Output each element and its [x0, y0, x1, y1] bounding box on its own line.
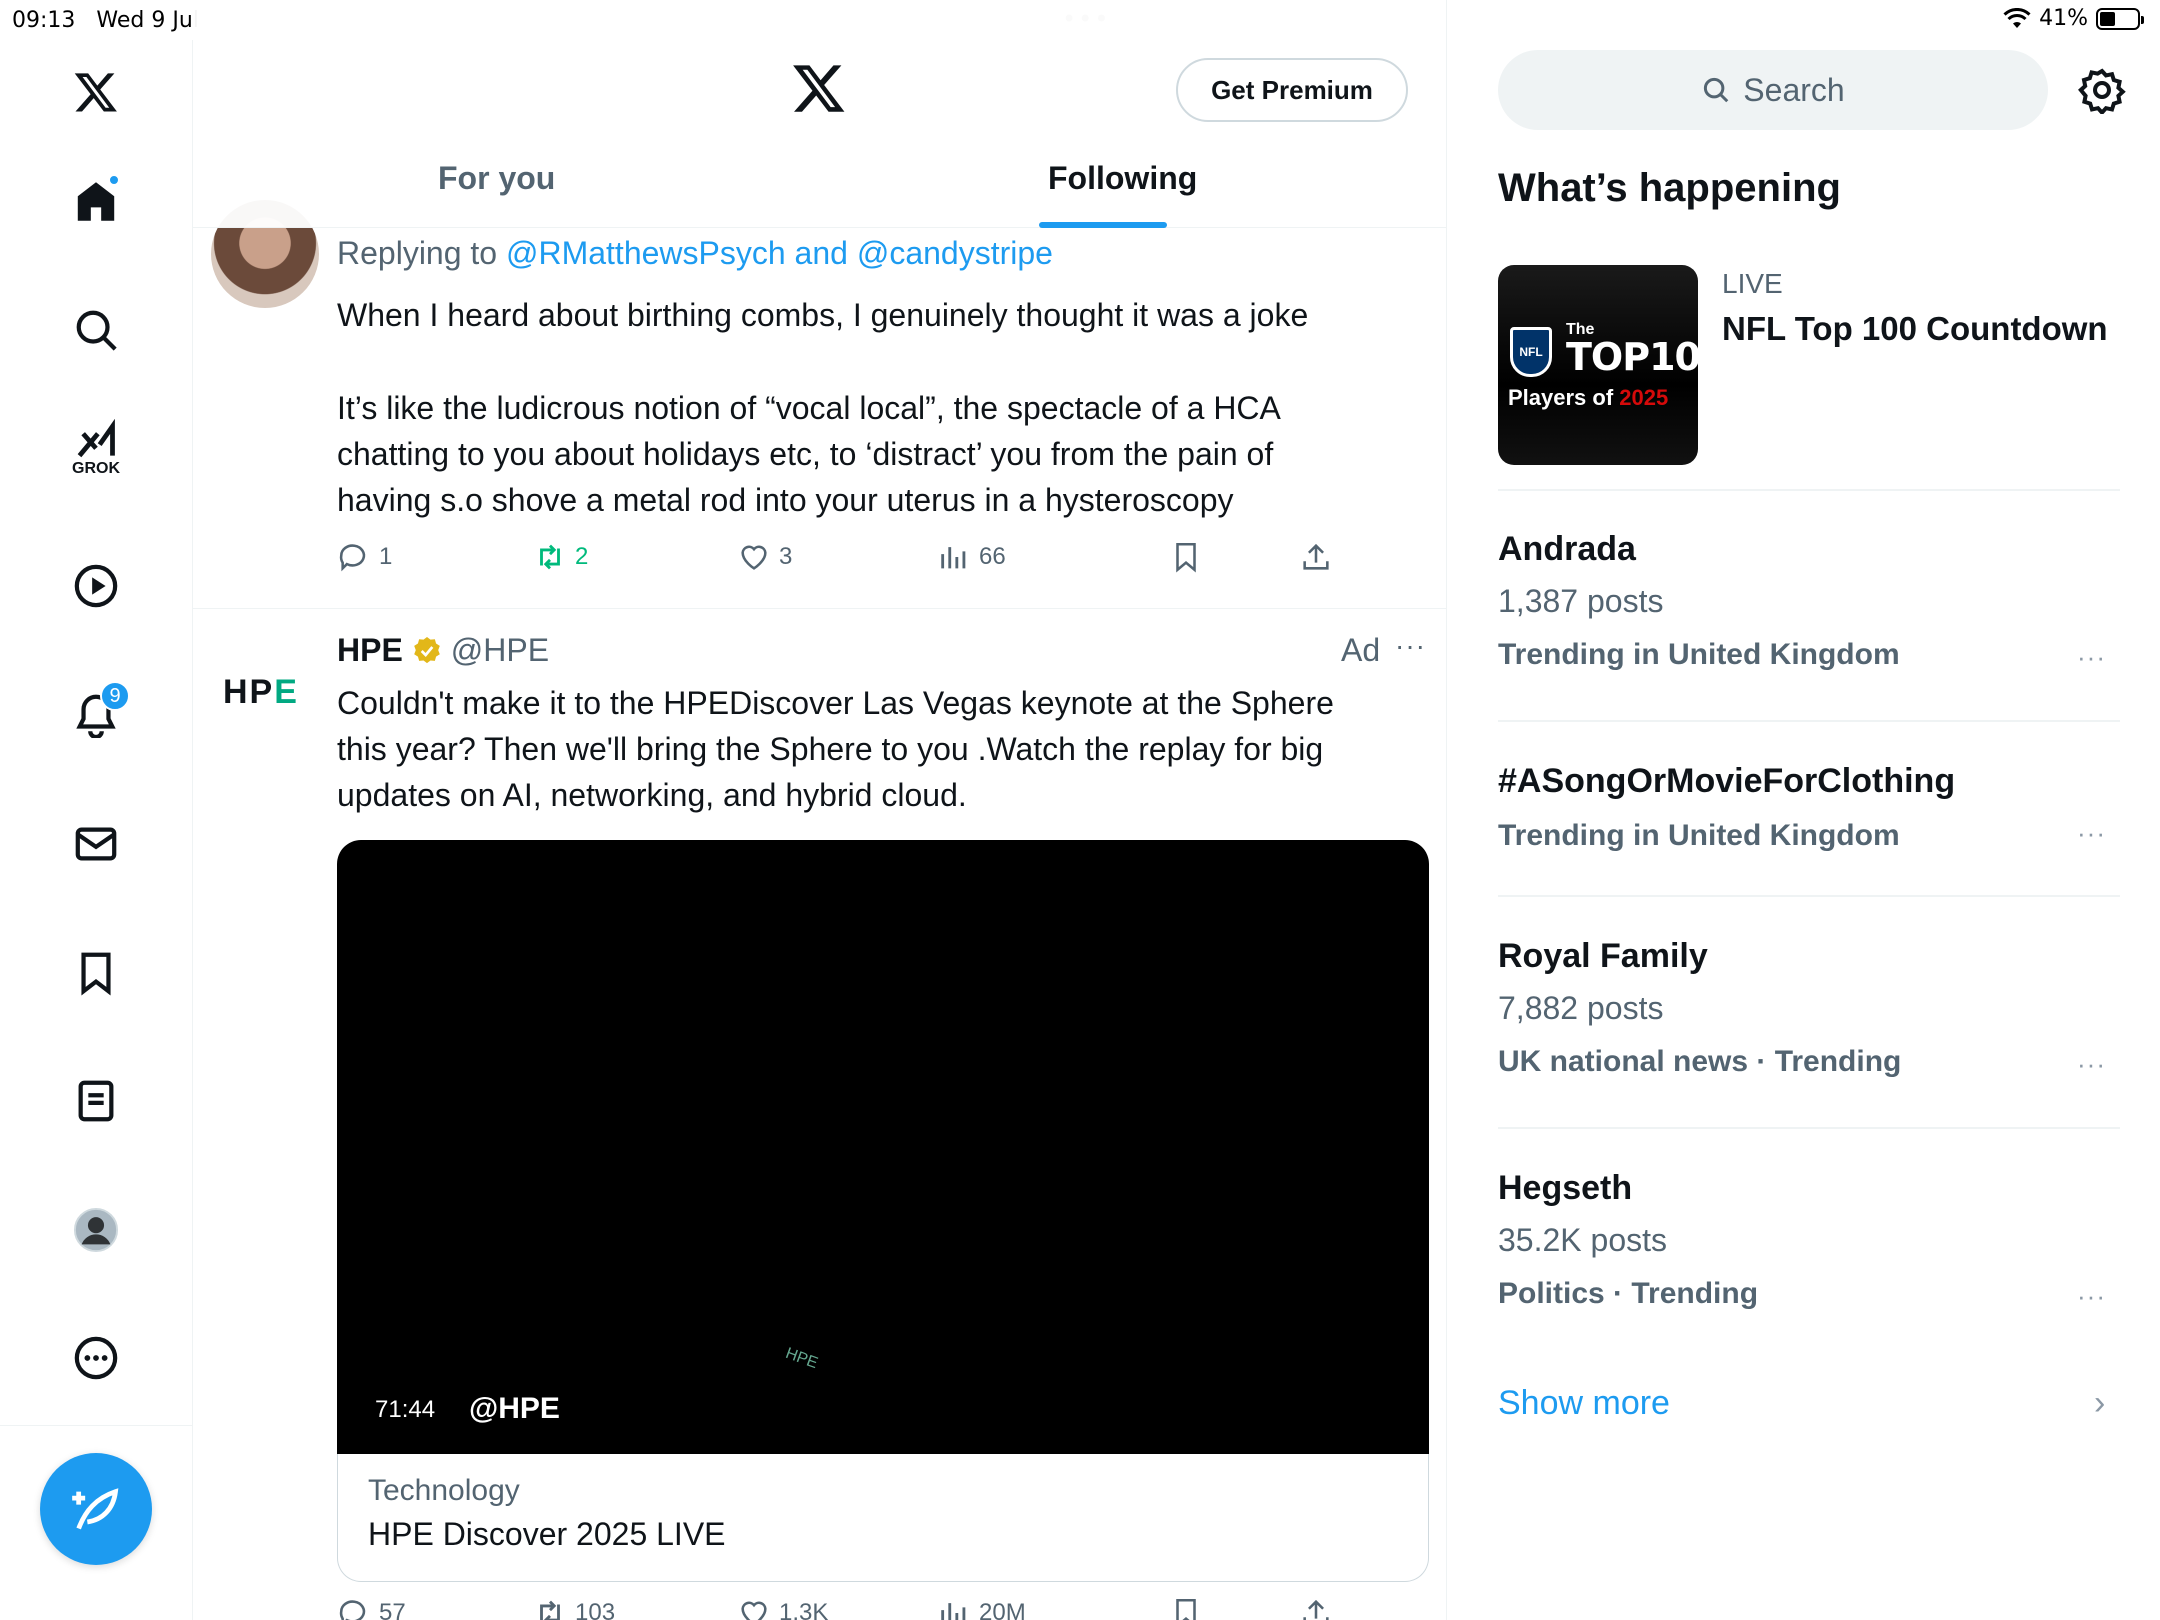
- search-placeholder: Search: [1743, 71, 1845, 108]
- live-event-title[interactable]: NFL Top 100 Countdown: [1722, 310, 2108, 348]
- thumb-players: Players of 2025: [1508, 385, 1669, 410]
- post-text-line: Couldn't make it to the HPEDiscover Las …: [337, 685, 1334, 721]
- trend-posts: 7,882 posts: [1498, 990, 1664, 1026]
- trend-more-button[interactable]: ···: [2077, 1281, 2106, 1312]
- get-premium-button[interactable]: Get Premium: [1176, 58, 1408, 122]
- whats-happening-title: What’s happening: [1498, 166, 1841, 210]
- video-player[interactable]: HPE 71:44 @HPE: [337, 840, 1429, 1454]
- trend-divider: [1498, 1127, 2120, 1129]
- post-author-row: HPE @HPE: [337, 632, 549, 669]
- search-icon: [1704, 77, 1729, 103]
- trend-item[interactable]: Hegseth 35.2K posts Politics · Trending …: [1498, 1169, 2120, 1311]
- verified-gold-badge-icon: [413, 636, 440, 663]
- trend-context: Trending in United Kingdom: [1498, 819, 1900, 852]
- post-text-line: updates on AI, networking, and hybrid cl…: [337, 777, 967, 813]
- chevron-right-icon: ›: [2094, 1384, 2106, 1422]
- status-time-date: 09:13 Wed 9 Jul: [12, 8, 199, 33]
- trend-posts: 35.2K posts: [1498, 1222, 1667, 1258]
- repost-count: 103: [575, 1599, 616, 1620]
- video-duration: 71:44: [375, 1396, 436, 1423]
- search-icon[interactable]: [66, 300, 126, 360]
- trend-item[interactable]: Royal Family 7,882 posts UK national new…: [1498, 937, 2120, 1079]
- video-watermark: HPE: [783, 1344, 820, 1373]
- main-timeline: Replying to @RMatthewsPsych and @candyst…: [193, 0, 1447, 1620]
- bookmark-icon: [1176, 1598, 1196, 1620]
- trend-context: Trending in United Kingdom: [1498, 638, 1900, 671]
- gear-icon[interactable]: [2078, 66, 2126, 114]
- trend-posts: 1,387 posts: [1498, 583, 1664, 619]
- compose-feather-icon: [72, 1488, 119, 1530]
- right-sidebar: Search What’s happening NFL The TOP100 P…: [1448, 0, 2160, 1620]
- card-title: HPE Discover 2025 LIVE: [368, 1516, 726, 1552]
- video-card-footer[interactable]: Technology HPE Discover 2025 LIVE: [337, 1454, 1429, 1582]
- notifications-bell-icon[interactable]: 9: [66, 681, 130, 745]
- post-text-line: this year? Then we'll bring the Sphere t…: [337, 731, 1324, 767]
- timeline-header: Get Premium For you Following: [193, 0, 1446, 228]
- trend-name: Royal Family: [1498, 937, 1708, 975]
- promoted-post[interactable]: HPE HPE @HPE Ad ··· Couldn't make it to …: [193, 0, 1446, 1620]
- active-tab-indicator: [1039, 222, 1167, 228]
- author-handle[interactable]: @HPE: [451, 632, 549, 669]
- share-button[interactable]: [1299, 1596, 1333, 1620]
- like-button[interactable]: 1.3K: [737, 1596, 828, 1620]
- trend-name: Hegseth: [1498, 1169, 1633, 1207]
- show-more-link[interactable]: Show more: [1498, 1384, 1670, 1423]
- repost-icon: [540, 1600, 560, 1620]
- profile-avatar-icon[interactable]: [66, 1200, 126, 1260]
- trend-divider: [1498, 489, 2120, 491]
- share-icon: [1303, 1599, 1329, 1620]
- trend-divider: [1498, 895, 2120, 897]
- grok-icon[interactable]: GROK: [66, 418, 126, 478]
- bookmarks-icon[interactable]: [66, 943, 126, 1003]
- thumb-top100: TOP100: [1566, 335, 1698, 379]
- bookmark-button[interactable]: [1169, 1596, 1203, 1620]
- compose-post-button[interactable]: [40, 1453, 152, 1565]
- heart-icon: [741, 1601, 767, 1620]
- repost-button[interactable]: 103: [533, 1596, 615, 1620]
- reply-icon: [339, 1600, 366, 1620]
- search-input[interactable]: Search: [1498, 50, 2048, 130]
- post-more-button[interactable]: ···: [1395, 630, 1426, 662]
- views-button[interactable]: 20M: [937, 1596, 1026, 1620]
- trend-more-button[interactable]: ···: [2077, 1049, 2106, 1080]
- trend-item[interactable]: #ASongOrMovieForClothing Trending in Uni…: [1498, 762, 2120, 853]
- more-options-icon[interactable]: [66, 1328, 126, 1388]
- trend-context: Politics · Trending: [1498, 1277, 1759, 1310]
- nfl-shield-logo: NFL: [1510, 327, 1552, 377]
- messages-mail-icon[interactable]: [66, 814, 126, 874]
- like-count: 1.3K: [779, 1599, 829, 1620]
- views-count: 20M: [979, 1599, 1026, 1620]
- ad-label: Ad: [1341, 632, 1381, 668]
- trend-more-button[interactable]: ···: [2077, 818, 2106, 849]
- trend-more-button[interactable]: ···: [2077, 642, 2106, 673]
- hpe-logo[interactable]: HPE: [223, 673, 299, 712]
- grok-label: GROK: [72, 460, 120, 477]
- nav-divider: [0, 1425, 193, 1426]
- trend-context: UK national news · Trending: [1498, 1045, 1902, 1078]
- author-name[interactable]: HPE: [337, 632, 403, 669]
- trend-name: Andrada: [1498, 530, 1636, 568]
- notifications-badge: 9: [100, 681, 130, 711]
- card-category: Technology: [368, 1474, 520, 1507]
- video-handle[interactable]: @HPE: [469, 1392, 560, 1426]
- x-logo-icon[interactable]: [791, 60, 847, 116]
- home-icon[interactable]: [66, 172, 126, 232]
- lists-icon[interactable]: [66, 1071, 126, 1131]
- live-label: LIVE: [1722, 268, 1783, 299]
- views-chart-icon: [941, 1603, 966, 1620]
- reply-button[interactable]: 57: [337, 1596, 406, 1620]
- tab-for-you[interactable]: For you: [438, 160, 555, 197]
- tab-following[interactable]: Following: [1048, 160, 1197, 197]
- home-unread-dot: [108, 174, 120, 186]
- post-actions: 57 103 1.3K 20M: [337, 1596, 1347, 1620]
- left-nav: GROK 9: [0, 40, 193, 1620]
- trend-item[interactable]: Andrada 1,387 posts Trending in United K…: [1498, 530, 2120, 672]
- trend-divider: [1498, 720, 2120, 722]
- x-logo-icon[interactable]: [66, 62, 126, 122]
- video-play-icon[interactable]: [66, 556, 126, 616]
- reply-count: 57: [379, 1599, 406, 1620]
- live-event-thumbnail[interactable]: NFL The TOP100 Players of 2025: [1498, 265, 1698, 465]
- trend-name: #ASongOrMovieForClothing: [1498, 762, 1956, 800]
